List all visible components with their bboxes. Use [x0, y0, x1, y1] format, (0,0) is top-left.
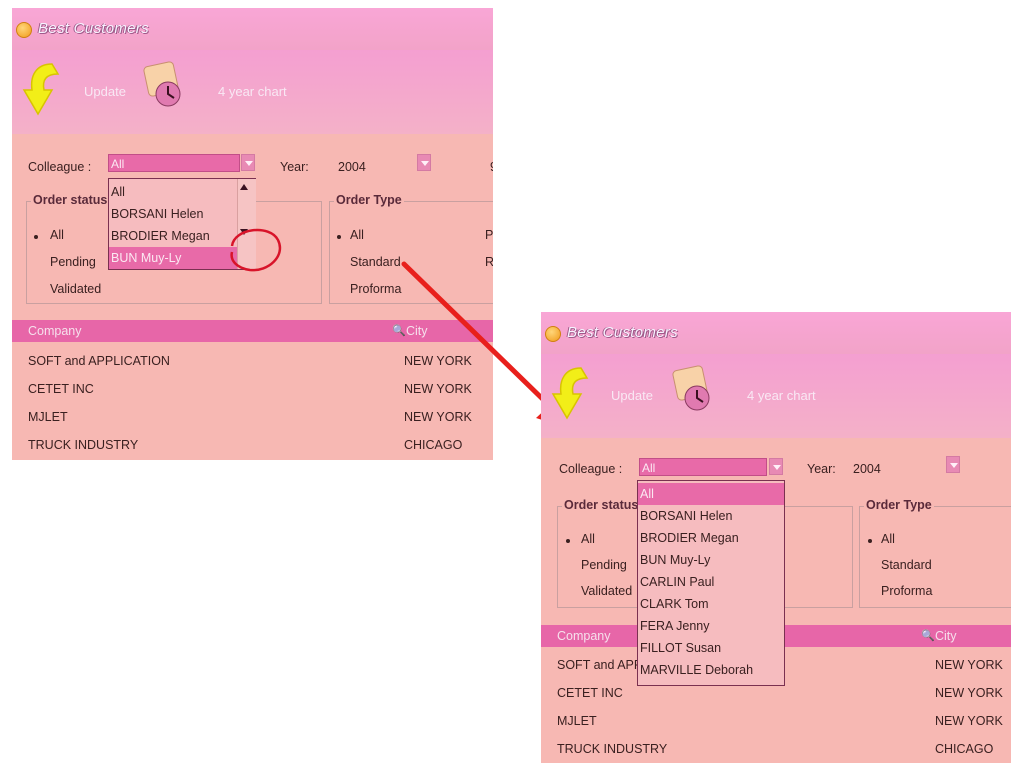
dropdown-item[interactable]: FERA Jenny: [638, 615, 784, 637]
table-row-company[interactable]: MJLET: [557, 714, 597, 728]
table-row-company[interactable]: CETET INC: [557, 686, 623, 700]
chart-clock-icon[interactable]: [671, 362, 715, 414]
status-option-validated[interactable]: Validated: [50, 282, 101, 296]
toolbar: Update 4 year chart: [12, 50, 493, 134]
radio-selected-icon: [337, 235, 341, 239]
type-option-proforma[interactable]: Proforma: [350, 282, 401, 296]
table-row-city[interactable]: CHICAGO: [404, 438, 462, 452]
partial-text: 9: [490, 160, 493, 174]
colleague-label: Colleague :: [28, 160, 92, 174]
window-title: Best Customers: [38, 20, 149, 37]
colleague-dropdown-button[interactable]: [769, 458, 783, 475]
status-option-validated[interactable]: Validated: [581, 584, 632, 598]
title-bar: Best Customers: [12, 8, 493, 51]
dropdown-item-highlighted[interactable]: All: [638, 483, 784, 505]
table-row-company[interactable]: SOFT and APPLICATION: [28, 354, 170, 368]
year-value[interactable]: 2004: [853, 462, 881, 476]
colleague-dropdown-list: All BORSANI Helen BRODIER Megan BUN Muy-…: [637, 480, 785, 686]
table-row-company[interactable]: TRUCK INDUSTRY: [28, 438, 138, 452]
radio-selected-icon: [566, 539, 570, 543]
status-option-all[interactable]: All: [581, 532, 595, 546]
dropdown-item[interactable]: CLARK Tom: [638, 593, 784, 615]
title-bar: Best Customers: [541, 312, 1011, 355]
year-dropdown-button[interactable]: [417, 154, 431, 171]
window-title: Best Customers: [567, 324, 678, 341]
dropdown-item[interactable]: CARLIN Paul: [638, 571, 784, 593]
colleague-dropdown-button[interactable]: [241, 154, 255, 171]
dropdown-item[interactable]: MARVILLE Deborah: [638, 659, 784, 681]
radio-selected-icon: [34, 235, 38, 239]
type-option-all[interactable]: All: [881, 532, 895, 546]
status-option-pending[interactable]: Pending: [50, 255, 96, 269]
year-label: Year:: [280, 160, 309, 174]
company-column-header[interactable]: Company: [557, 625, 611, 647]
colleague-combo[interactable]: All: [108, 154, 240, 172]
toolbar: Update 4 year chart: [541, 354, 1011, 438]
best-customers-window-after: Best Customers Update 4 year chart Colle…: [541, 312, 1011, 763]
order-type-title: Order Type: [334, 193, 404, 207]
update-button[interactable]: Update: [84, 84, 126, 99]
type-option-proforma[interactable]: Proforma: [881, 584, 932, 598]
highlight-circle: [230, 228, 282, 272]
table-row-city[interactable]: NEW YORK: [935, 658, 1003, 672]
dropdown-item[interactable]: BRODIER Megan: [638, 527, 784, 549]
year-label: Year:: [807, 462, 836, 476]
type-option-all[interactable]: All: [350, 228, 364, 242]
status-option-all[interactable]: All: [50, 228, 64, 242]
dropdown-item[interactable]: BRODIER Megan: [109, 225, 237, 247]
radio-selected-icon: [868, 539, 872, 543]
dropdown-item[interactable]: All: [109, 181, 237, 203]
table-row-company[interactable]: CETET INC: [28, 382, 94, 396]
table-row-company[interactable]: TRUCK INDUSTRY: [557, 742, 667, 756]
dropdown-item[interactable]: FILLOT Susan: [638, 637, 784, 659]
app-icon: [545, 326, 561, 342]
year-value[interactable]: 2004: [338, 160, 366, 174]
year-dropdown-button[interactable]: [946, 456, 960, 473]
type-option-standard[interactable]: Standard: [350, 255, 401, 269]
update-button[interactable]: Update: [611, 388, 653, 403]
table-row-city[interactable]: CHICAGO: [935, 742, 993, 756]
scroll-up-icon[interactable]: [240, 184, 248, 190]
four-year-chart-button[interactable]: 4 year chart: [747, 388, 816, 403]
dropdown-item[interactable]: BUN Muy-Ly: [638, 549, 784, 571]
colleague-combo[interactable]: All: [639, 458, 767, 476]
dropdown-item[interactable]: BORSANI Helen: [638, 505, 784, 527]
table-row-city[interactable]: NEW YORK: [935, 714, 1003, 728]
city-column-header[interactable]: City: [935, 625, 957, 647]
status-option-pending[interactable]: Pending: [581, 558, 627, 572]
four-year-chart-button[interactable]: 4 year chart: [218, 84, 287, 99]
search-icon[interactable]: 🔍: [921, 625, 935, 647]
chart-clock-icon[interactable]: [142, 58, 186, 110]
type-option-standard[interactable]: Standard: [881, 558, 932, 572]
dropdown-item-highlighted[interactable]: BUN Muy-Ly: [109, 247, 237, 269]
colleague-label: Colleague :: [559, 462, 623, 476]
company-column-header[interactable]: Company: [28, 320, 82, 342]
table-row-company[interactable]: MJLET: [28, 410, 68, 424]
table-row-city[interactable]: NEW YORK: [935, 686, 1003, 700]
update-arrow-icon[interactable]: [551, 364, 595, 420]
dropdown-item[interactable]: BORSANI Helen: [109, 203, 237, 225]
app-icon: [16, 22, 32, 38]
order-type-title: Order Type: [864, 498, 934, 512]
update-arrow-icon[interactable]: [22, 60, 66, 116]
partial-text: P: [485, 228, 493, 242]
